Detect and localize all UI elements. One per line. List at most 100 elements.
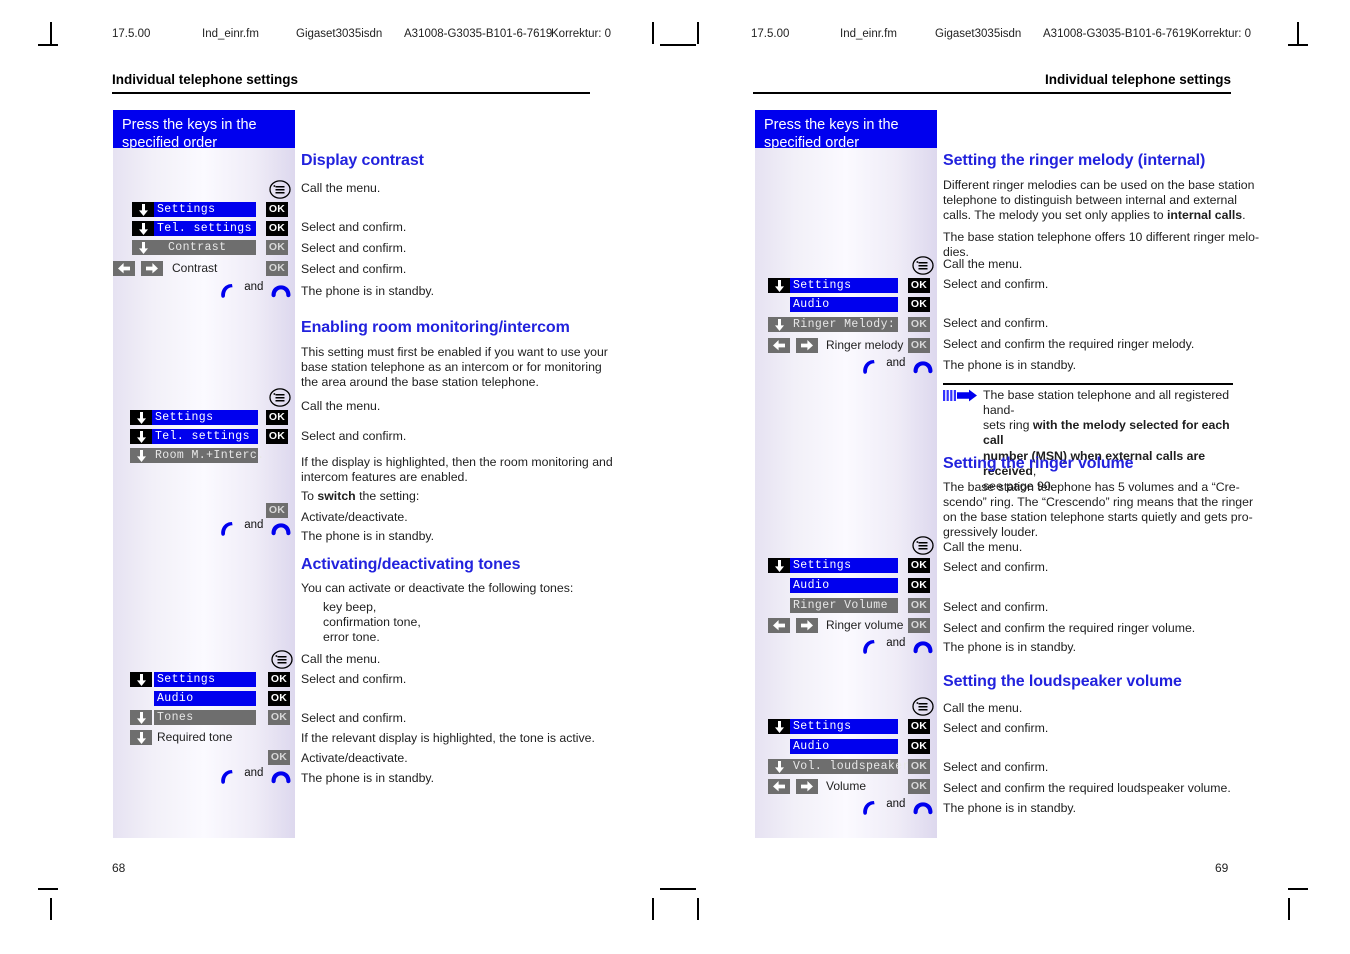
sequence-row: Audio OK [113,691,295,706]
down-arrow-key-icon[interactable] [130,429,152,444]
text-select-confirm: Select and confirm. [301,241,407,255]
switch-bold: switch [317,489,356,503]
text-call-the-menu: Call the menu. [301,181,381,195]
ok-button[interactable]: OK [268,691,290,706]
down-arrow-key-icon[interactable] [768,558,790,573]
key-sequence-column-right: Settings OK Audio OK Ringer Melody: OK R… [755,148,937,838]
offhook-icon [221,770,233,784]
running-head-rule [753,92,1231,94]
p1-last-a: calls. The melody you set only applies t… [943,208,1167,222]
down-arrow-key-icon[interactable] [768,317,790,332]
text-select-confirm: Select and confirm. [301,711,407,725]
right-arrow-key-icon[interactable] [796,338,818,353]
bullet-line: error tone. [323,630,380,644]
lcd-room-monitoring: Room M.+Interc. [152,448,264,463]
down-arrow-key-icon[interactable] [132,240,154,255]
text-select-confirm: Select and confirm. [943,760,1049,774]
sequence-row: Settings OK [113,410,295,425]
down-arrow-key-icon[interactable] [130,672,152,687]
lcd-required-tone: Required tone [157,730,233,744]
text-call-the-menu: Call the menu. [943,540,1023,554]
sequence-row: Settings OK [113,672,295,687]
left-arrow-key-icon[interactable] [113,261,135,276]
note-line-1: The base station telephone and all regis… [983,387,1230,417]
and-label: and [244,519,264,532]
ok-button[interactable]: OK [908,759,930,774]
ok-button[interactable]: OK [908,578,930,593]
text-highlight-note: If the relevant display is highlighted, … [301,731,595,745]
text-standby: The phone is in standby. [943,801,1077,815]
down-arrow-key-icon[interactable] [130,710,152,725]
menu-key-icon[interactable] [269,180,291,199]
header-correction: Korrektur: 0 [551,28,612,40]
ok-button[interactable]: OK [908,297,930,312]
ok-button[interactable]: OK [908,739,930,754]
down-arrow-key-icon[interactable] [132,202,154,217]
ok-button[interactable]: OK [266,410,288,425]
text-standby: The phone is in standby. [301,771,435,785]
down-arrow-key-icon[interactable] [130,730,152,745]
down-arrow-key-icon[interactable] [768,719,790,734]
right-arrow-key-icon[interactable] [141,261,163,276]
running-head-left: Individual telephone settings [112,72,299,87]
ok-button[interactable]: OK [908,598,930,613]
sequence-row: Audio OK [755,578,937,593]
header-product: Gigaset3035isdn [935,28,1022,40]
note-l2-a: sets ring [983,418,1033,433]
ok-button[interactable]: OK [266,503,288,518]
ok-button[interactable]: OK [908,338,930,353]
text-standby: The phone is in standby. [943,358,1077,372]
running-head-rule [112,92,590,94]
press-keys-line1: Press the keys in the [122,117,257,133]
right-arrow-key-icon[interactable] [796,618,818,633]
ok-button[interactable]: OK [268,672,290,687]
onhook-icon [271,285,291,298]
left-arrow-key-icon[interactable] [768,779,790,794]
lcd-audio: Audio [790,739,898,754]
text-select-confirm: Select and confirm. [301,262,407,276]
onhook-icon [913,641,933,654]
down-arrow-key-icon[interactable] [132,221,154,236]
intro-line: The base station telephone has 5 volumes… [943,480,1240,494]
ok-button[interactable]: OK [908,618,930,633]
menu-key-icon[interactable] [912,536,934,555]
ok-button[interactable]: OK [908,317,930,332]
intro-line: The base station telephone offers 10 dif… [943,230,1260,244]
sequence-row: Audio OK [755,739,937,754]
menu-key-icon[interactable] [912,256,934,275]
left-arrow-key-icon[interactable] [768,618,790,633]
ok-button[interactable]: OK [268,710,290,725]
text-select-confirm: Select and confirm. [943,600,1049,614]
left-arrow-key-icon[interactable] [768,338,790,353]
down-arrow-key-icon[interactable] [130,410,152,425]
ok-button[interactable]: OK [266,240,288,255]
page-number-left: 68 [112,861,126,875]
ok-button[interactable]: OK [908,278,930,293]
ok-button[interactable]: OK [908,779,930,794]
lcd-volume-value: Volume [826,779,867,793]
sequence-row: Tones OK [113,710,295,725]
ok-button[interactable]: OK [266,221,288,236]
ok-button[interactable]: OK [266,202,288,217]
lcd-settings: Settings [154,202,256,217]
ok-button[interactable]: OK [908,558,930,573]
intro-line: telephone to distinguish between interna… [943,193,1237,207]
down-arrow-key-icon[interactable] [768,759,790,774]
lcd-settings: Settings [790,278,898,293]
menu-key-icon[interactable] [271,650,293,669]
menu-key-icon[interactable] [269,388,291,407]
ok-button[interactable]: OK [908,719,930,734]
section-heading-tones: Activating/deactivating tones [301,556,521,573]
right-arrow-key-icon[interactable] [796,779,818,794]
and-label: and [886,798,906,811]
ok-button[interactable]: OK [268,750,290,765]
intro-line: base station telephone as an intercom or… [301,360,602,374]
down-arrow-key-icon[interactable] [130,448,152,463]
down-arrow-key-icon[interactable] [768,278,790,293]
ok-button[interactable]: OK [266,261,288,276]
section-heading-room-monitoring: Enabling room monitoring/intercom [301,319,570,336]
press-keys-line1: Press the keys in the [764,117,899,133]
ok-button[interactable]: OK [266,429,288,444]
menu-key-icon[interactable] [912,697,934,716]
sequence-row: Audio OK [755,297,937,312]
